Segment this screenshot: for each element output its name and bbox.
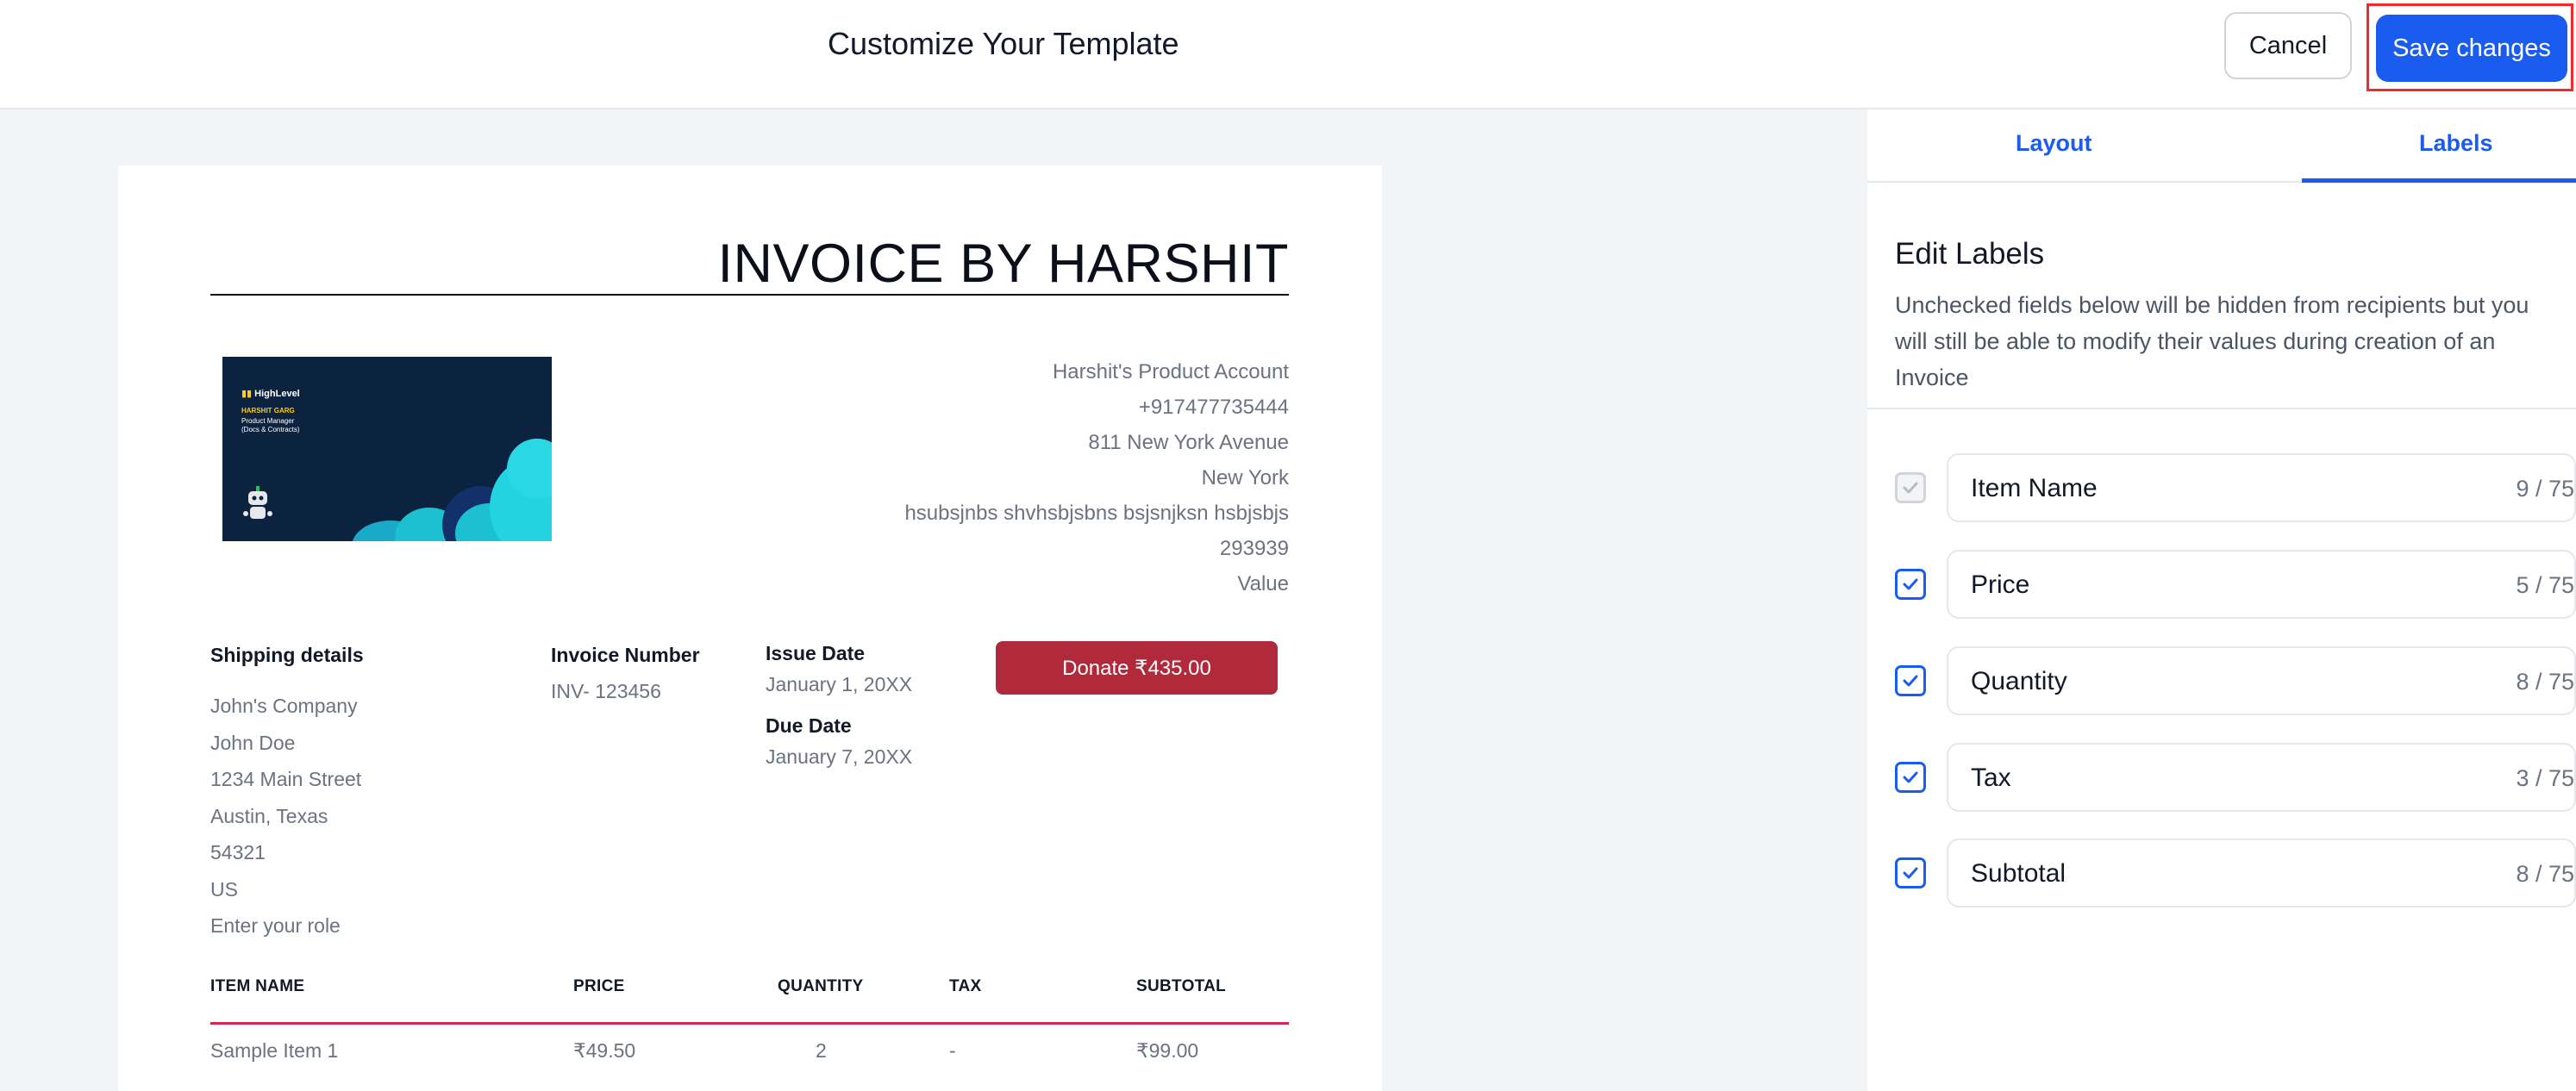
check-icon — [1903, 578, 1918, 590]
shipping-contact: John Doe — [210, 731, 296, 754]
edit-labels-description: Unchecked fields below will be hidden fr… — [1895, 292, 2529, 390]
checkbox-subtotal[interactable] — [1895, 857, 1926, 888]
logo-role-line1: Product Manager — [241, 417, 295, 425]
char-count: 8 / 75 — [2516, 669, 2574, 695]
logo-brand-text: HighLevel — [254, 389, 300, 399]
customize-panel: Layout Labels Edit Labels Unchecked fiel… — [1867, 109, 2576, 1091]
column-header-item-name: ITEM NAME — [210, 977, 305, 995]
due-date-value: January 7, 20XX — [766, 745, 913, 768]
active-tab-indicator — [2302, 178, 2576, 183]
due-date-label: Due Date — [766, 714, 852, 737]
shipping-details-label: Shipping details — [210, 644, 364, 666]
table-header-rule — [210, 1022, 1289, 1025]
label-input-item-name[interactable]: Item Name 9 / 75 — [1947, 453, 2576, 522]
business-extra: hsubsjnbs shvhsbjsbns bsjsnjksn hsbjsbjs — [904, 502, 1289, 525]
business-custom-value: Value — [1237, 572, 1289, 595]
cell-tax: - — [949, 1039, 956, 1062]
check-icon — [1903, 771, 1918, 783]
column-header-subtotal: SUBTOTAL — [1136, 977, 1227, 995]
issue-date-value: January 1, 20XX — [766, 673, 913, 695]
cell-price: ₹49.50 — [573, 1039, 636, 1062]
char-count: 3 / 75 — [2516, 765, 2574, 791]
logo-role-line2: (Docs & Contracts) — [241, 426, 300, 433]
label-input-tax[interactable]: Tax 3 / 75 — [1947, 743, 2576, 812]
char-count: 5 / 75 — [2516, 572, 2574, 598]
column-header-quantity: QUANTITY — [778, 977, 864, 995]
top-bar: Customize Your Template Cancel Save chan… — [0, 0, 2576, 109]
label-input-price[interactable]: Price 5 / 75 — [1947, 550, 2576, 619]
label-row-subtotal: Subtotal 8 / 75 — [1895, 839, 2576, 907]
invoice-number-value: INV- 123456 — [551, 680, 661, 702]
invoice-preview: INVOICE BY HARSHIT ▮▮ HighLevel HARSHIT … — [118, 165, 1382, 1091]
check-icon — [1903, 867, 1918, 879]
business-logo: ▮▮ HighLevel HARSHIT GARG Product Manage… — [222, 357, 552, 541]
checkbox-price[interactable] — [1895, 569, 1926, 600]
title-divider — [210, 294, 1289, 296]
logo-brand: ▮▮ HighLevel — [241, 388, 300, 399]
panel-divider — [1867, 408, 2576, 409]
cell-subtotal: ₹99.00 — [1136, 1039, 1199, 1062]
label-input-quantity[interactable]: Quantity 8 / 75 — [1947, 646, 2576, 715]
checkbox-tax[interactable] — [1895, 762, 1926, 793]
label-input-value: Item Name — [1971, 474, 2098, 502]
logo-person: HARSHIT GARG — [241, 407, 295, 415]
label-input-subtotal[interactable]: Subtotal 8 / 75 — [1947, 839, 2576, 907]
donate-button[interactable]: Donate ₹435.00 — [996, 641, 1278, 695]
business-zip: 293939 — [1219, 537, 1289, 560]
business-name: Harshit's Product Account — [1052, 360, 1289, 383]
tab-labels[interactable]: Labels — [2419, 130, 2493, 157]
label-input-value: Tax — [1971, 764, 2011, 792]
tab-layout[interactable]: Layout — [2016, 130, 2092, 157]
label-row-price: Price 5 / 75 — [1895, 550, 2576, 619]
shipping-company: John's Company — [210, 695, 358, 717]
label-input-value: Subtotal — [1971, 859, 2066, 888]
check-icon — [1903, 675, 1918, 687]
label-row-item-name: Item Name 9 / 75 — [1895, 453, 2576, 522]
invoice-number-label: Invoice Number — [551, 644, 700, 666]
shipping-zip: 54321 — [210, 841, 266, 863]
shipping-city: Austin, Texas — [210, 804, 328, 827]
column-header-tax: TAX — [949, 977, 982, 995]
shipping-street: 1234 Main Street — [210, 768, 362, 790]
checkbox-item-name[interactable] — [1895, 472, 1926, 503]
invoice-title: INVOICE BY HARSHIT — [717, 234, 1289, 294]
cell-item-name: Sample Item 1 — [210, 1039, 339, 1062]
char-count: 9 / 75 — [2516, 476, 2574, 502]
business-city: New York — [1201, 466, 1289, 489]
column-header-price: PRICE — [573, 977, 625, 995]
shipping-details: John's Company John Doe 1234 Main Street… — [210, 688, 361, 944]
logo-role: Product Manager (Docs & Contracts) — [241, 417, 300, 434]
page-title: Customize Your Template — [828, 26, 1179, 61]
label-row-tax: Tax 3 / 75 — [1895, 743, 2576, 812]
issue-date-label: Issue Date — [766, 642, 866, 664]
shipping-role: Enter your role — [210, 914, 341, 937]
business-phone: +917477735444 — [1138, 396, 1289, 419]
label-row-quantity: Quantity 8 / 75 — [1895, 646, 2576, 715]
check-icon — [1903, 482, 1918, 494]
robot-icon — [243, 486, 272, 519]
edit-labels-heading: Edit Labels — [1895, 237, 2045, 271]
cell-quantity: 2 — [816, 1039, 827, 1062]
save-button-highlight: Save changes — [2367, 3, 2573, 91]
business-address: Harshit's Product Account +917477735444 … — [904, 354, 1289, 602]
char-count: 8 / 75 — [2516, 861, 2574, 887]
cancel-button[interactable]: Cancel — [2224, 12, 2352, 79]
label-input-value: Quantity — [1971, 667, 2067, 695]
business-street: 811 New York Avenue — [1088, 431, 1289, 454]
save-changes-button[interactable]: Save changes — [2376, 15, 2567, 82]
shipping-country: US — [210, 877, 238, 901]
label-input-value: Price — [1971, 570, 2030, 599]
checkbox-quantity[interactable] — [1895, 665, 1926, 696]
bars-icon: ▮▮ — [241, 389, 255, 399]
